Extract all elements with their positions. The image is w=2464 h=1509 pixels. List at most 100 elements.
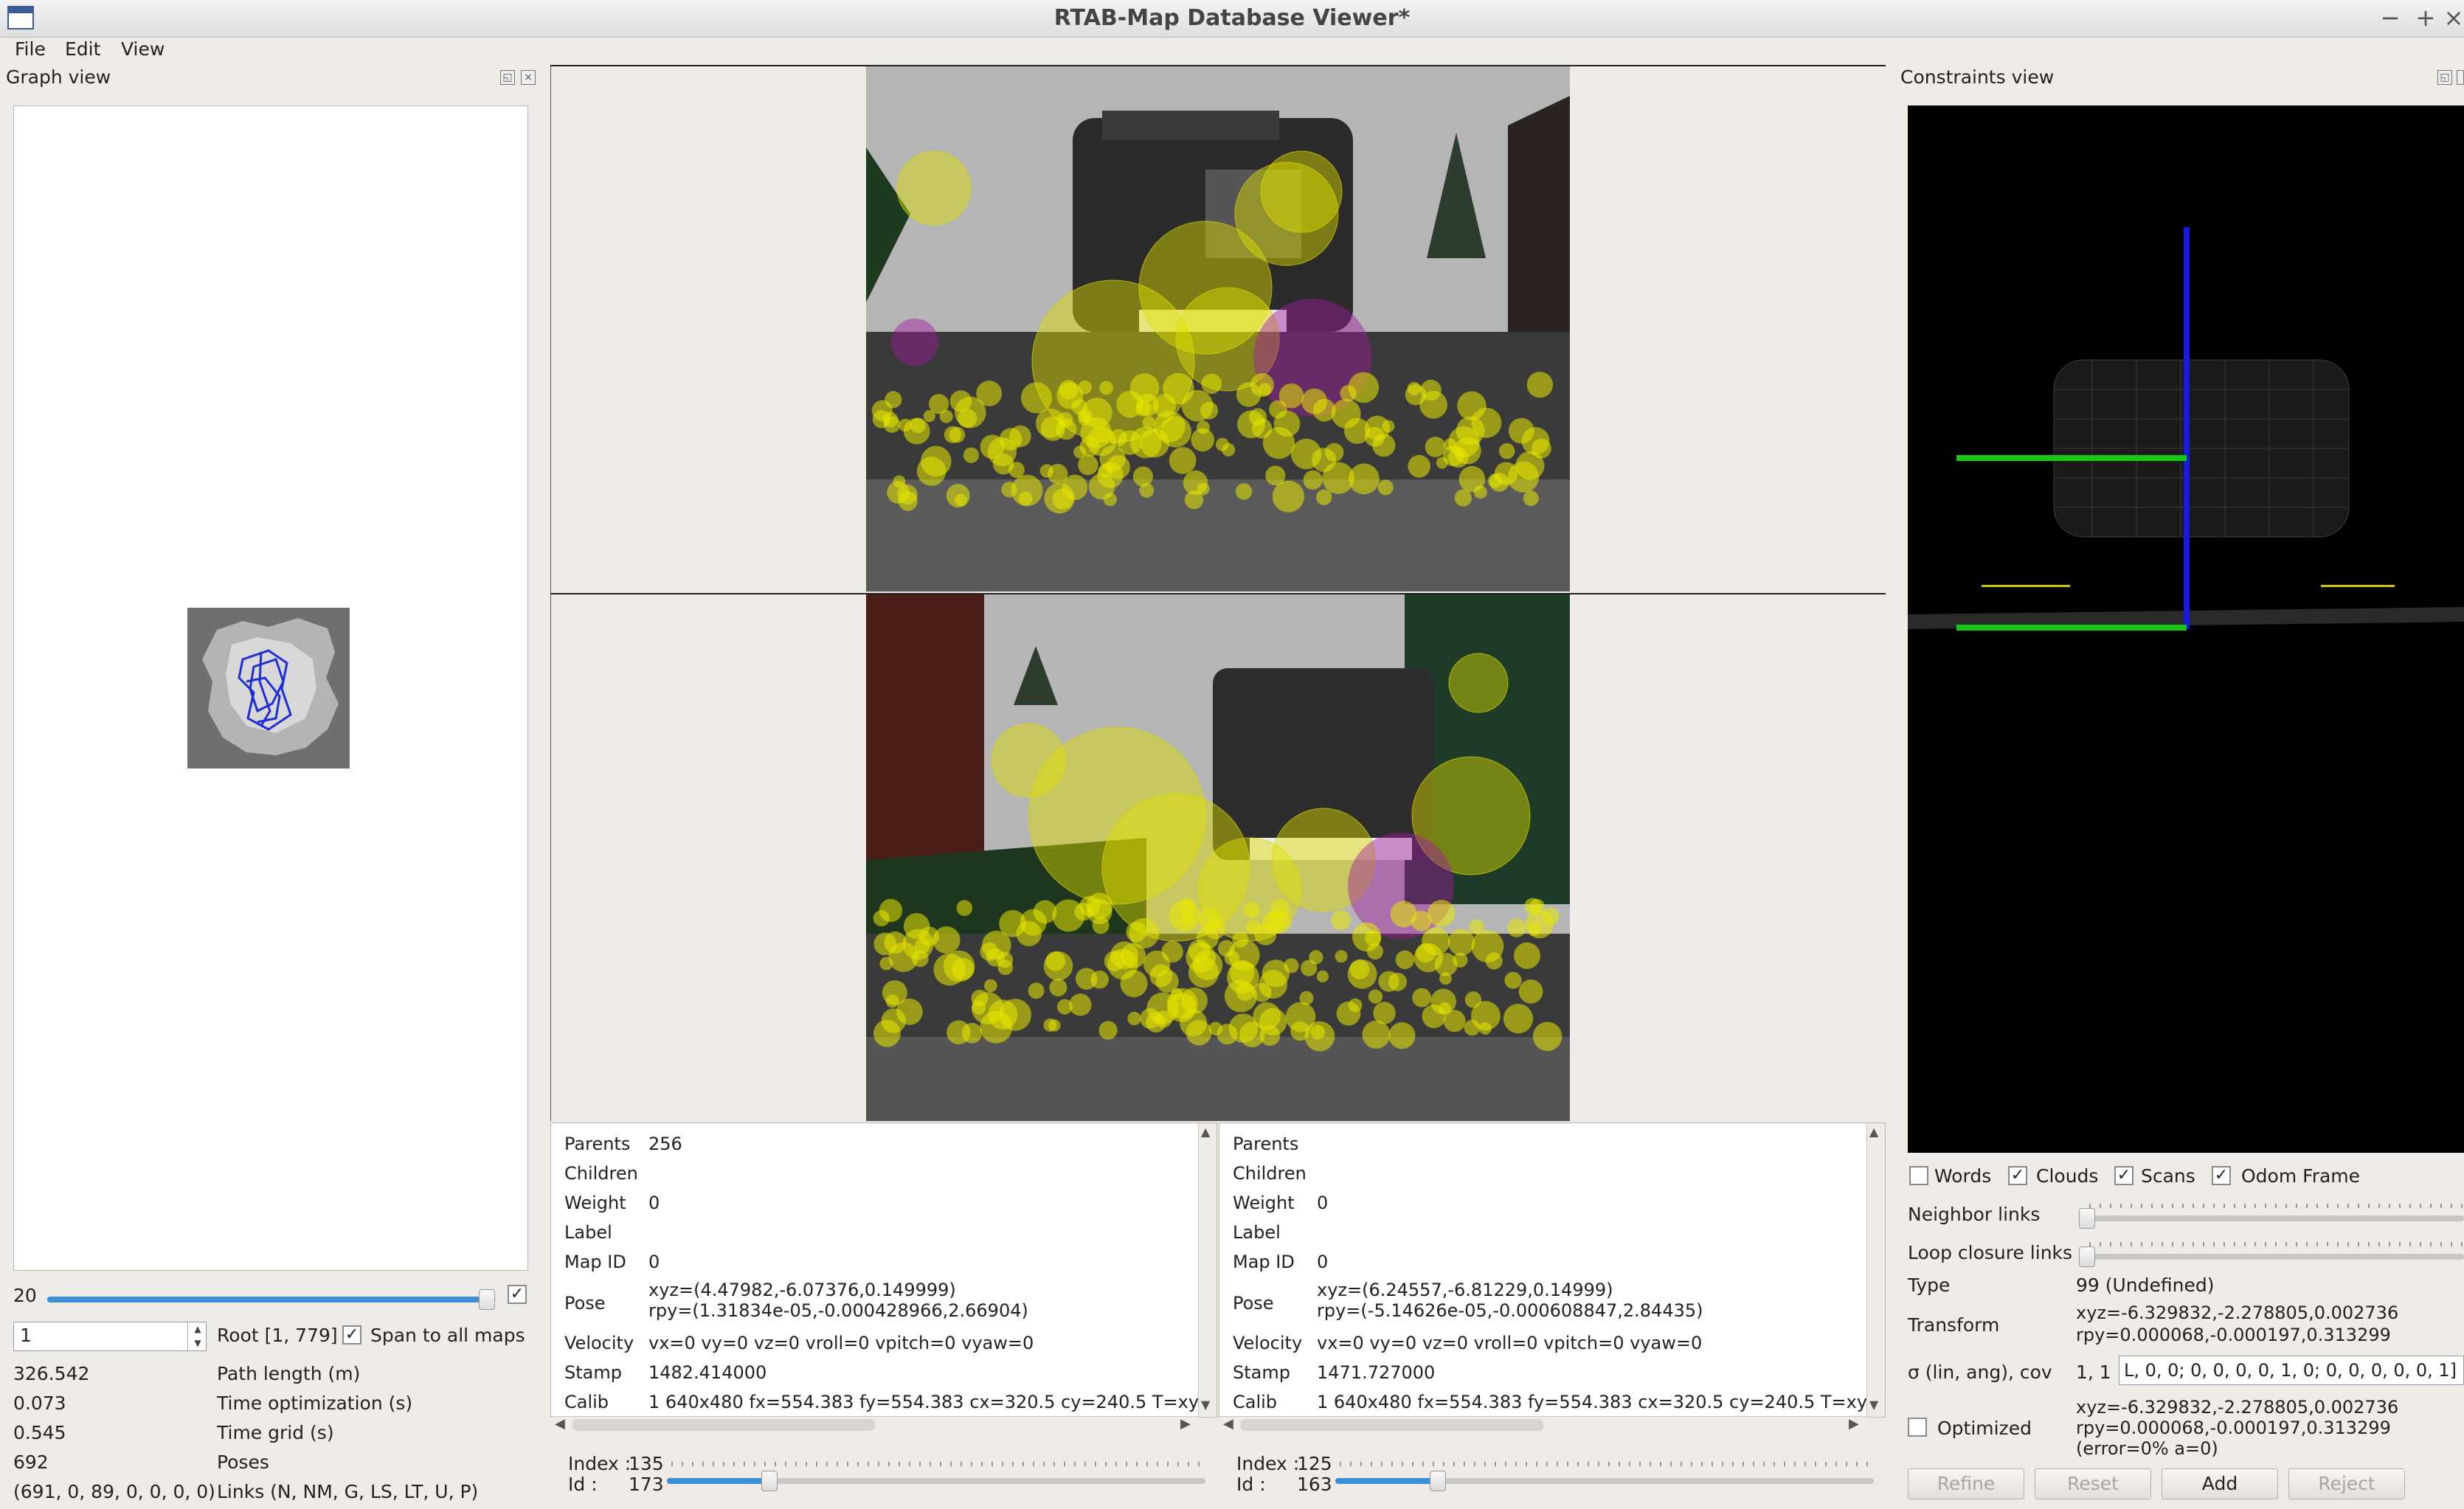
feature-keypoint — [986, 948, 1005, 967]
index-slider-track[interactable] — [667, 1478, 1205, 1484]
feature-keypoint — [1508, 417, 1534, 444]
pose-label: Pose — [564, 1293, 606, 1314]
pose-label: Pose — [1233, 1293, 1274, 1314]
index-slider-handle[interactable] — [761, 1471, 778, 1491]
optimized-error: (error=0% a=0) — [2076, 1438, 2218, 1459]
feature-keypoint — [1407, 381, 1422, 396]
feature-keypoint — [1272, 480, 1304, 513]
feature-keypoint — [1236, 382, 1262, 407]
id-label: Id : — [1236, 1474, 1266, 1495]
feature-keypoint — [1045, 951, 1066, 971]
neighbor-links-slider[interactable] — [2085, 1215, 2464, 1221]
loop-closure-links-handle[interactable] — [2079, 1246, 2095, 1267]
covariance-field[interactable]: L, 0, 0; 0, 0, 0, 0, 1, 0; 0, 0, 0, 0, 0… — [2119, 1356, 2464, 1385]
optimized-checkbox[interactable] — [1908, 1418, 1927, 1437]
feature-keypoint — [1299, 991, 1314, 1005]
feature-keypoint — [1059, 380, 1079, 400]
weight-label: Weight — [1233, 1193, 1295, 1213]
feature-keypoint — [944, 426, 961, 443]
span-all-maps-checkbox[interactable]: ✓ — [342, 1325, 361, 1345]
maximize-button[interactable]: + — [2411, 3, 2440, 32]
stat-value: 326.542 — [13, 1363, 90, 1384]
reject-button[interactable]: Reject — [2288, 1468, 2405, 1499]
span-all-maps-label: Span to all maps — [370, 1325, 525, 1346]
transform-rpy: rpy=0.000068,-0.000197,0.313299 — [2076, 1325, 2391, 1345]
close-button[interactable]: × — [2439, 3, 2464, 32]
feature-keypoint — [1075, 968, 1098, 990]
feature-keypoint — [1365, 930, 1381, 947]
words-checkbox[interactable] — [1909, 1166, 1928, 1185]
feature-keypoint — [1078, 380, 1092, 395]
index-slider-handle[interactable] — [1429, 1471, 1446, 1491]
node-a-vertical-scrollbar[interactable] — [1198, 1123, 1217, 1417]
feature-keypoint — [1316, 489, 1332, 505]
feature-keypoint — [1009, 425, 1031, 448]
stat-value: 692 — [13, 1451, 49, 1473]
feature-keypoint — [1348, 998, 1363, 1013]
feature-keypoint — [1408, 454, 1430, 478]
menu-view[interactable]: View — [121, 37, 165, 62]
velocity-label: Velocity — [564, 1333, 634, 1353]
node-b-image[interactable] — [866, 594, 1570, 1121]
node-b-hscroll-handle[interactable] — [1241, 1419, 1543, 1431]
constraints-3d-view[interactable] — [1908, 105, 2464, 1153]
clouds-checkbox[interactable]: ✓ — [2008, 1166, 2027, 1185]
feature-keypoint — [1456, 416, 1485, 445]
spinbox-arrows-icon[interactable]: ▲ ▼ — [187, 1322, 207, 1350]
scroll-left-icon[interactable]: ◀ — [1223, 1416, 1233, 1432]
scroll-left-icon[interactable]: ◀ — [555, 1416, 565, 1432]
feature-keypoint — [1181, 987, 1208, 1014]
scroll-right-icon[interactable]: ▶ — [1180, 1416, 1191, 1432]
graph-slider-handle[interactable] — [478, 1289, 495, 1310]
scroll-up-icon[interactable]: ▲ — [1869, 1125, 1878, 1139]
scroll-up-icon[interactable]: ▲ — [1201, 1125, 1210, 1139]
menu-file[interactable]: File — [15, 37, 46, 62]
node-a-hscroll-handle[interactable] — [572, 1419, 875, 1431]
stat-value: (691, 0, 89, 0, 0, 0, 0) — [13, 1481, 215, 1502]
reset-button[interactable]: Reset — [2035, 1468, 2151, 1499]
feature-keypoint — [1349, 959, 1370, 979]
float-icon[interactable]: ◱ — [2437, 70, 2452, 85]
menu-edit[interactable]: Edit — [65, 37, 100, 62]
feature-keypoint — [1098, 463, 1113, 479]
feature-keypoint — [887, 481, 910, 504]
stat-label: Time grid (s) — [217, 1422, 334, 1443]
odom-frame-checkbox[interactable]: ✓ — [2212, 1166, 2231, 1185]
close-dock-icon[interactable]: × — [521, 70, 536, 85]
minimize-button[interactable]: − — [2375, 3, 2405, 32]
feature-keypoint — [1180, 912, 1195, 926]
feature-keypoint — [1507, 918, 1526, 937]
feature-keypoint — [885, 391, 902, 409]
neighbor-links-handle[interactable] — [2079, 1208, 2095, 1229]
scans-checkbox[interactable]: ✓ — [2114, 1166, 2133, 1185]
feature-keypoint — [1232, 931, 1249, 948]
feature-keypoint — [1229, 960, 1255, 985]
feature-keypoint — [1191, 428, 1214, 452]
root-spinbox[interactable]: 1 — [13, 1322, 207, 1351]
velocity-label: Velocity — [1233, 1333, 1303, 1353]
feature-keypoint — [1372, 434, 1396, 457]
feature-keypoint — [1201, 373, 1222, 395]
feature-keypoint — [1183, 470, 1208, 496]
close-dock-icon[interactable] — [2457, 70, 2464, 85]
feature-keypoint — [1395, 950, 1415, 969]
feature-keypoint — [1454, 489, 1472, 507]
scroll-down-icon[interactable]: ▼ — [1869, 1398, 1878, 1412]
transform-label: Transform — [1908, 1314, 2000, 1336]
scroll-right-icon[interactable]: ▶ — [1849, 1416, 1859, 1432]
scroll-down-icon[interactable]: ▼ — [1201, 1398, 1210, 1412]
feature-keypoint — [946, 484, 970, 508]
feature-keypoint — [1251, 418, 1273, 439]
graph-slider-value: 20 — [13, 1285, 37, 1306]
loop-closure-links-slider[interactable] — [2085, 1254, 2464, 1260]
float-icon[interactable]: ◱ — [500, 70, 515, 85]
graph-option-checkbox[interactable]: ✓ — [508, 1285, 527, 1304]
node-b-vertical-scrollbar[interactable] — [1866, 1123, 1885, 1417]
node-a-image[interactable] — [866, 66, 1570, 592]
add-button[interactable]: Add — [2162, 1468, 2278, 1499]
graph-slider-track[interactable] — [47, 1297, 496, 1302]
index-slider-track[interactable] — [1335, 1478, 1874, 1484]
feature-keypoint — [963, 447, 979, 463]
refine-button[interactable]: Refine — [1908, 1468, 2024, 1499]
feature-keypoint — [1028, 982, 1045, 999]
